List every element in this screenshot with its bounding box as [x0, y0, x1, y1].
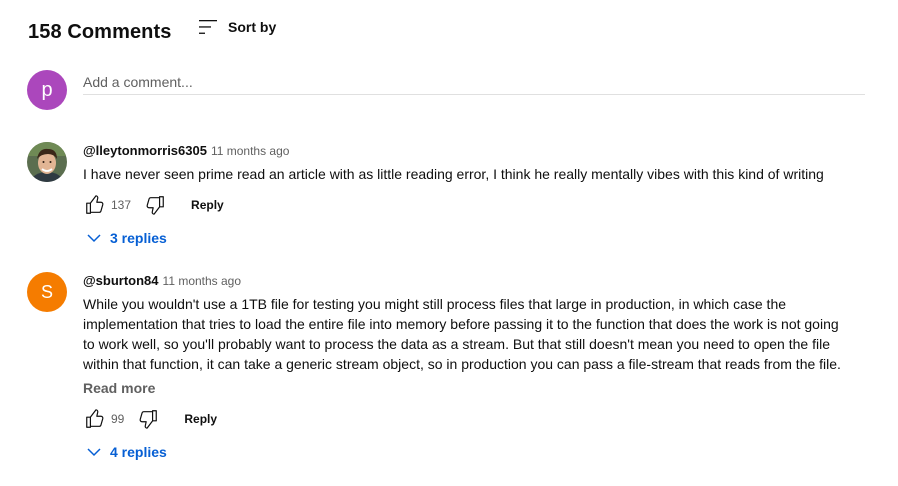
reply-button[interactable]: Reply: [191, 198, 224, 212]
like-button[interactable]: [83, 193, 107, 217]
like-count: 137: [111, 198, 132, 212]
chevron-down-icon: [87, 234, 101, 243]
current-user-avatar[interactable]: p: [27, 70, 67, 110]
comment-body: @sburton84 11 months ago While you wouldn…: [83, 272, 853, 463]
replies-label: 4 replies: [110, 444, 167, 460]
comment-meta: @sburton84 11 months ago: [83, 272, 853, 290]
comment-author[interactable]: @lleytonmorris6305: [83, 143, 207, 158]
thumbs-down-icon: [146, 196, 164, 215]
comments-header: 158 Comments: [28, 18, 171, 46]
view-replies-button[interactable]: 3 replies: [83, 227, 853, 249]
replies-label: 3 replies: [110, 230, 167, 246]
read-more-button[interactable]: Read more: [83, 378, 853, 398]
like-count: 99: [111, 412, 125, 426]
author-avatar[interactable]: [27, 142, 67, 182]
comment-body: @lleytonmorris6305 11 months ago I have n…: [83, 142, 853, 249]
comment-author[interactable]: @sburton84: [83, 273, 159, 288]
dislike-button[interactable]: [143, 193, 167, 217]
comment-actions: 99 Reply: [83, 407, 853, 431]
comment-meta: @lleytonmorris6305 11 months ago: [83, 142, 853, 160]
comment-count: 158 Comments: [28, 20, 172, 43]
view-replies-button[interactable]: 4 replies: [83, 441, 853, 463]
thumbs-down-icon: [139, 410, 158, 429]
comment-text: While you wouldn't use a 1TB file for te…: [83, 296, 841, 372]
thumbs-up-icon: [86, 409, 104, 428]
comment-actions: 137 Reply: [83, 193, 853, 217]
comment-text: I have never seen prime read an article …: [83, 166, 824, 182]
reply-button[interactable]: Reply: [184, 412, 217, 426]
like-button[interactable]: [83, 407, 107, 431]
sort-by-label: Sort by: [228, 19, 277, 35]
add-comment-input[interactable]: [83, 70, 865, 95]
thumbs-up-icon: [86, 195, 104, 214]
profile-photo-icon: [27, 142, 67, 182]
comment-time[interactable]: 11 months ago: [211, 144, 290, 158]
comment-time[interactable]: 11 months ago: [163, 274, 242, 288]
chevron-down-icon: [87, 448, 101, 457]
sort-by-button[interactable]: Sort by: [198, 17, 276, 37]
dislike-button[interactable]: [136, 407, 160, 431]
sort-icon: [198, 17, 218, 37]
author-avatar[interactable]: S: [27, 272, 67, 312]
add-comment-row: p: [27, 70, 865, 110]
